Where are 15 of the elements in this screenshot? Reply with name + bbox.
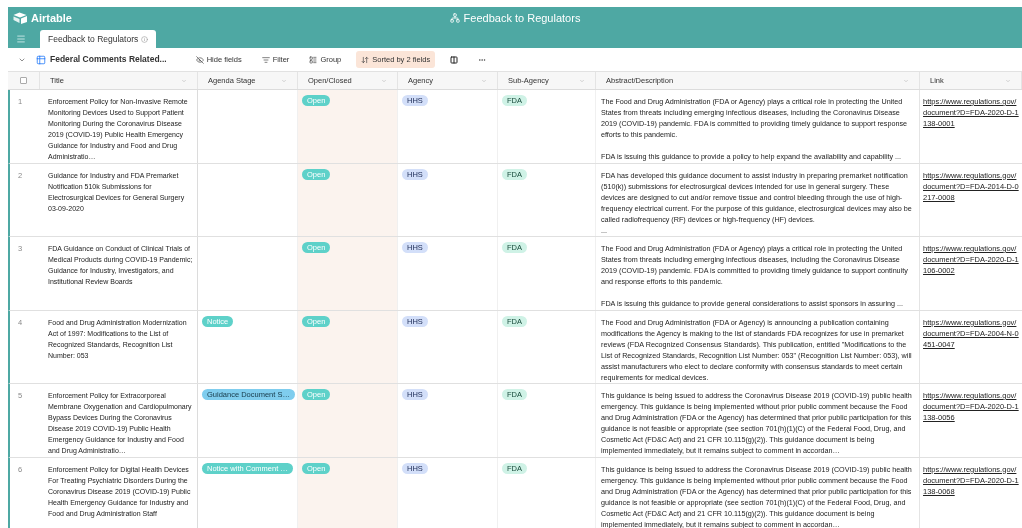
group-icon bbox=[309, 55, 318, 64]
base-title: Feedback to Regulators bbox=[463, 10, 581, 26]
app-logo-text: Airtable bbox=[31, 10, 72, 26]
select-all-checkbox[interactable] bbox=[20, 77, 27, 84]
info-icon[interactable] bbox=[141, 35, 149, 43]
filter-icon bbox=[261, 55, 270, 64]
view-switcher[interactable]: Federal Comments Related... bbox=[36, 53, 167, 66]
table-tab[interactable]: Feedback to Regulators bbox=[40, 30, 157, 48]
sort-arrows-icon bbox=[361, 55, 370, 64]
logo-icon bbox=[13, 12, 28, 24]
base-icon bbox=[449, 13, 460, 23]
columns-icon bbox=[450, 55, 459, 64]
eye-off-icon bbox=[195, 55, 204, 64]
grid-view-icon bbox=[36, 54, 46, 65]
menu-icon[interactable] bbox=[16, 34, 26, 44]
